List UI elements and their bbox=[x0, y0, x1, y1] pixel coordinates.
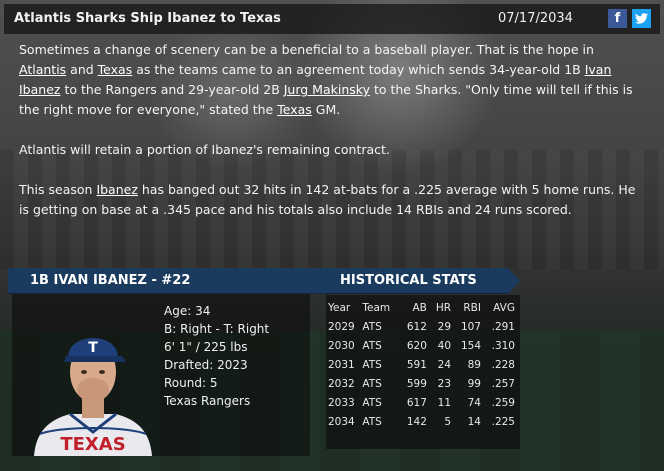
stat-cell: ATS bbox=[362, 320, 382, 333]
text-run: This season bbox=[19, 182, 97, 197]
stat-cell: 620 bbox=[406, 339, 427, 352]
twitter-share-icon[interactable] bbox=[632, 9, 651, 28]
stat-cell: ATS bbox=[362, 377, 382, 390]
table-row: 2034 ATS 142 5 14 .225 bbox=[326, 412, 520, 431]
stat-cell: 107 bbox=[460, 320, 481, 333]
table-row: 2031 ATS 591 24 89 .228 bbox=[326, 355, 520, 374]
stat-cell: 2029 bbox=[328, 320, 355, 333]
column-header: Team bbox=[362, 301, 391, 314]
column-header: Year bbox=[328, 301, 351, 314]
text-run: to the Rangers and 29-year-old 2B bbox=[60, 82, 284, 97]
table-row: 2029 ATS 612 29 107 .291 bbox=[326, 317, 520, 336]
stat-cell: ATS bbox=[362, 396, 382, 409]
stat-cell: .291 bbox=[491, 320, 515, 333]
stat-cell: 40 bbox=[437, 339, 452, 352]
player-link-jurg-makinsky[interactable]: Jurg Makinsky bbox=[284, 82, 370, 97]
text-run: and bbox=[66, 62, 98, 77]
stat-cell: 2032 bbox=[328, 377, 355, 390]
headline: Atlantis Sharks Ship Ibanez to Texas bbox=[14, 11, 281, 26]
player-drafted: Drafted: 2023 bbox=[164, 358, 248, 372]
team-link-texas-gm[interactable]: Texas bbox=[277, 102, 312, 117]
stat-cell: .257 bbox=[491, 377, 515, 390]
stat-cell: 99 bbox=[467, 377, 481, 390]
article-paragraph: Atlantis will retain a portion of Ibanez… bbox=[19, 142, 390, 157]
player-banner-title: 1B IVAN IBANEZ - #22 bbox=[30, 273, 191, 288]
team-link-atlantis[interactable]: Atlantis bbox=[19, 62, 66, 77]
title-bar: Atlantis Sharks Ship Ibanez to Texas 07/… bbox=[4, 4, 660, 34]
column-header: AVG bbox=[493, 301, 515, 314]
article-paragraph: Sometimes a change of scenery can be a b… bbox=[19, 40, 644, 120]
stats-banner: HISTORICAL STATS bbox=[308, 268, 520, 294]
stat-cell: 591 bbox=[406, 358, 427, 371]
stat-cell: 2031 bbox=[328, 358, 355, 371]
player-height-weight: 6' 1" / 225 lbs bbox=[164, 340, 248, 354]
stat-cell: 24 bbox=[437, 358, 452, 371]
column-header: HR bbox=[435, 301, 452, 314]
stat-cell: 612 bbox=[406, 320, 427, 333]
article-date: 07/17/2034 bbox=[498, 11, 573, 26]
text-run: as the teams came to an agreement today … bbox=[132, 62, 585, 77]
facebook-share-icon[interactable]: f bbox=[608, 9, 627, 28]
player-round: Round: 5 bbox=[164, 376, 218, 390]
stats-banner-title: HISTORICAL STATS bbox=[340, 273, 477, 288]
stat-cell: .225 bbox=[491, 415, 515, 428]
stat-cell: 14 bbox=[467, 415, 481, 428]
player-banner: 1B IVAN IBANEZ - #22 bbox=[8, 268, 330, 294]
player-age: Age: 34 bbox=[164, 304, 211, 318]
column-header: RBI bbox=[463, 301, 481, 314]
stat-cell: 23 bbox=[437, 377, 452, 390]
table-row: 2032 ATS 599 23 99 .257 bbox=[326, 374, 520, 393]
stat-cell: 617 bbox=[406, 396, 427, 409]
stat-cell: .310 bbox=[491, 339, 515, 352]
text-run: Sometimes a change of scenery can be a b… bbox=[19, 42, 594, 57]
player-bats-throws: B: Right - T: Right bbox=[164, 322, 270, 336]
stat-cell: 2034 bbox=[328, 415, 355, 428]
text-run: GM. bbox=[311, 102, 341, 117]
stat-cell: ATS bbox=[362, 339, 382, 352]
stat-cell: ATS bbox=[362, 415, 382, 428]
column-header: AB bbox=[412, 301, 427, 314]
player-bio: Age: 34 B: Right - T: Right 6' 1" / 225 … bbox=[164, 302, 314, 410]
jersey-text: TEXAS bbox=[60, 434, 125, 455]
stat-cell: 89 bbox=[467, 358, 481, 371]
player-link-ibanez[interactable]: Ibanez bbox=[96, 182, 137, 197]
cap-letter: T bbox=[88, 340, 98, 356]
table-row: 2030 ATS 620 40 154 .310 bbox=[326, 336, 520, 355]
stat-cell: 142 bbox=[406, 415, 427, 428]
stat-cell: 74 bbox=[467, 396, 481, 409]
article-paragraph: This season Ibanez has banged out 32 hit… bbox=[19, 180, 644, 220]
stat-cell: 11 bbox=[437, 396, 452, 409]
article-body: Sometimes a change of scenery can be a b… bbox=[19, 40, 644, 240]
stat-cell: .228 bbox=[491, 358, 515, 371]
stats-header-row: Year Team AB HR RBI AVG bbox=[326, 298, 520, 317]
stat-cell: ATS bbox=[362, 358, 382, 371]
historical-stats-table: Year Team AB HR RBI AVG 2029 ATS 612 29 … bbox=[326, 298, 520, 431]
stat-cell: 154 bbox=[460, 339, 481, 352]
team-link-texas[interactable]: Texas bbox=[98, 62, 133, 77]
stat-cell: 599 bbox=[406, 377, 427, 390]
stat-cell: .259 bbox=[491, 396, 515, 409]
stat-cell: 2033 bbox=[328, 396, 355, 409]
stat-cell: 2030 bbox=[328, 339, 355, 352]
player-team: Texas Rangers bbox=[164, 394, 251, 408]
stat-cell: 29 bbox=[437, 320, 452, 333]
table-row: 2033 ATS 617 11 74 .259 bbox=[326, 393, 520, 412]
player-photo: TEXAS T bbox=[34, 338, 152, 456]
stat-cell: 5 bbox=[444, 415, 452, 428]
